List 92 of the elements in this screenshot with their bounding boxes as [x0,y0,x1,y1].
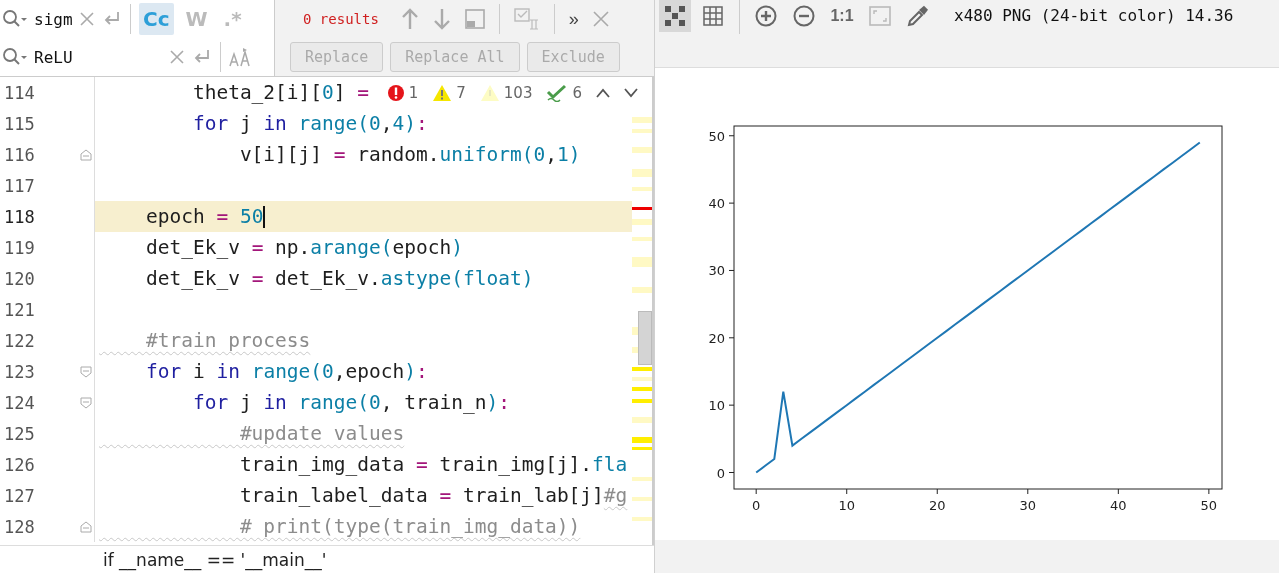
problem-count: 6 [572,83,582,102]
tick-mark [1208,488,1210,495]
eyedropper-icon[interactable] [907,5,929,27]
line-number: 128 [3,516,36,537]
line-number: 119 [3,237,36,258]
line-number: 118 [3,206,36,227]
code-line: #train process [144,329,311,352]
fold-marker-icon[interactable] [80,396,92,409]
fold-marker-icon[interactable] [80,520,92,533]
search-icon[interactable] [2,47,28,67]
tick-label: 10 [838,498,855,513]
tick-label: 50 [1200,498,1218,513]
option-toggle[interactable]: .* [219,3,246,35]
line-number: 114 [3,82,36,103]
up-arrow-icon[interactable] [400,8,419,30]
preserve-case-icon[interactable] [229,47,251,67]
tick-mark [936,488,938,495]
search-icon[interactable] [2,9,28,29]
tick-label: 50 [708,128,725,144]
problem-count: 7 [456,83,466,102]
tick-label: 20 [929,498,946,513]
tick-mark [1027,488,1029,495]
text-cursor [263,205,266,228]
warning-icon[interactable] [432,83,453,102]
tick-mark [728,135,735,137]
selection-icon[interactable] [464,9,485,29]
line-number: 120 [3,268,36,289]
tick-mark [755,488,757,495]
tick-mark [728,269,735,271]
fold-marker-icon[interactable] [80,148,92,161]
line-number: 117 [3,175,36,196]
problem-count: 1 [408,83,419,102]
code-line: for i in range(0,epoch): [144,360,428,383]
code-line: epoch = 50 [144,205,264,228]
code-line: #update values [238,422,405,445]
image-info: x480 PNG (24-bit color) 14.36 [954,5,1234,27]
tick-label: 30 [708,263,725,279]
code-line: theta_2[i][0] = [191,81,370,104]
actual-size-button[interactable]: 1:1 [830,7,854,25]
line-number: 116 [3,144,36,165]
line-number: 121 [3,299,36,320]
line-number: 125 [3,423,36,444]
code-line: for j in range(0, train_n): [191,391,510,414]
tick-mark [728,337,735,339]
problem-count: 103 [503,83,533,102]
close-icon[interactable] [592,11,609,27]
clear-icon[interactable] [80,12,94,26]
line-number: 126 [3,454,36,475]
tick-mark [1117,488,1119,495]
code-line: for j in range(0,4): [191,112,428,135]
code-line: train_label_data = train_lab[j]#g [238,484,628,507]
line-number: 115 [3,113,36,134]
clear-icon[interactable] [170,50,184,64]
tick-label: 10 [708,398,725,414]
tick-label: 20 [708,330,725,346]
results-count: 0 results [303,11,379,27]
code-line: v[i][j] = random.uniform(0,1) [238,143,581,166]
option-toggle[interactable]: Cc [139,3,174,35]
tick-label: 0 [716,465,725,481]
code-line: # print(type(train_img_data)) [238,515,581,538]
tick-label: 40 [708,196,725,212]
tick-label: 0 [752,498,761,513]
more-button[interactable]: » [568,8,579,30]
line-number: 123 [3,361,36,382]
code-line: det_Ek_v = np.arange(epoch) [144,236,463,259]
check-icon[interactable] [546,83,569,102]
weak-warning-icon[interactable] [479,83,500,102]
breadcrumb[interactable]: if __name__ == '__main__' [103,549,327,570]
code-line: train_img_data = train_img[j].fla [238,453,628,476]
tick-mark [728,404,735,406]
search-field[interactable]: sigm [34,9,72,29]
zoom-in-icon[interactable] [755,5,777,27]
line-number: 124 [3,392,36,413]
line-number: 122 [3,330,36,351]
next-icon[interactable] [624,87,638,98]
tick-mark [728,202,735,204]
checkerboard-icon[interactable] [665,6,685,26]
code-line: det_Ek_v = det_Ek_v.astype(float) [144,267,534,290]
tick-mark [728,472,735,473]
tick-mark [846,488,848,495]
line-number: 127 [3,485,36,506]
checklist-icon[interactable] [513,8,540,30]
grid-icon[interactable] [703,6,723,26]
tick-label: 40 [1110,498,1127,513]
fold-marker-icon[interactable] [80,365,92,378]
down-arrow-icon[interactable] [432,8,451,30]
previous-icon[interactable] [596,87,610,98]
replace-field[interactable]: ReLU [34,47,144,67]
zoom-out-icon[interactable] [793,5,815,27]
option-toggle[interactable]: W [181,3,212,35]
error-icon[interactable] [386,83,405,102]
tick-label: 30 [1019,498,1037,513]
